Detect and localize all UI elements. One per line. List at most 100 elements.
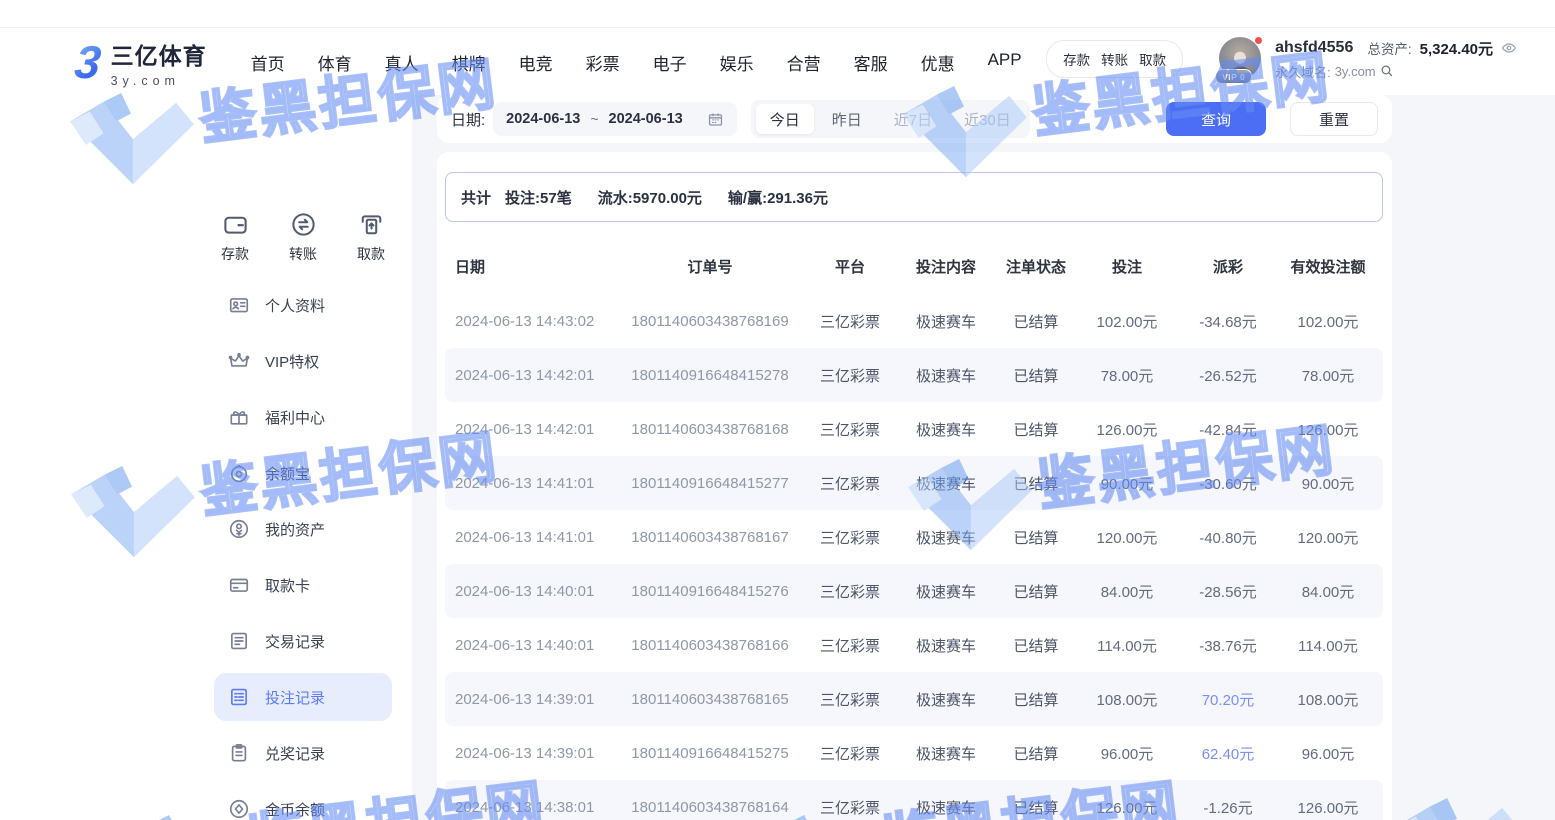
cell-status: 已结算 — [997, 473, 1075, 494]
nav-item-6[interactable]: 彩票 — [586, 50, 620, 75]
sidebar-item-3[interactable]: 福利中心 — [214, 393, 392, 441]
range-preset-4[interactable]: 近30日 — [950, 104, 1025, 134]
cell-date: 2024-06-13 14:40:01 — [445, 583, 615, 600]
cell-platform: 三亿彩票 — [805, 797, 895, 818]
sidebar-item-8[interactable]: 投注记录 — [214, 673, 392, 721]
column-header-3: 平台 — [805, 256, 895, 277]
table-row: 2024-06-13 14:38:011801140603438768164三亿… — [445, 780, 1383, 820]
cell-date: 2024-06-13 14:41:01 — [445, 529, 615, 546]
gift-icon — [228, 406, 250, 428]
date-separator: ~ — [590, 111, 598, 127]
cell-status: 已结算 — [997, 635, 1075, 656]
quick-action-withdraw[interactable]: 取款 — [337, 211, 405, 264]
cell-payout: -28.56元 — [1179, 581, 1277, 602]
sidebar-item-10[interactable]: 金币余额 — [214, 785, 392, 820]
cell-platform: 三亿彩票 — [805, 419, 895, 440]
vip-crown-icon — [228, 350, 250, 372]
nav-item-2[interactable]: 体育 — [318, 50, 352, 75]
sidebar: 存款转账取款 个人资料 VIP特权福利中心余额宝我的资产取款卡交易记录投注记录兑奖… — [0, 95, 412, 820]
nav-item-7[interactable]: 电子 — [653, 50, 687, 75]
transactions-icon — [228, 630, 250, 652]
nav-item-9[interactable]: 合营 — [787, 50, 821, 75]
assets-value: 5,324.40元 — [1420, 38, 1493, 59]
sidebar-item-label: 交易记录 — [265, 631, 325, 652]
cell-date: 2024-06-13 14:38:01 — [445, 799, 615, 816]
sidebar-item-1[interactable]: 个人资料 — [214, 281, 392, 329]
transfer-icon — [290, 211, 317, 238]
nav-item-3[interactable]: 真人 — [385, 50, 419, 75]
nav-item-1[interactable]: 首页 — [251, 50, 285, 75]
quick-action-deposit-wallet[interactable]: 存款 — [201, 211, 269, 264]
sidebar-item-label: VIP特权 — [265, 351, 319, 372]
nav-item-11[interactable]: 优惠 — [921, 50, 955, 75]
cell-status: 已结算 — [997, 581, 1075, 602]
quick-action-label: 存款 — [221, 244, 249, 264]
brand-name: 三亿体育 — [111, 37, 207, 71]
bet-records-card: 共计 投注:57笔 流水:5970.00元 输/赢:291.36元 日期订单号平… — [437, 152, 1392, 820]
avatar[interactable]: VIP 0 — [1219, 37, 1263, 81]
cell-order: 1801140603438768168 — [615, 421, 805, 438]
column-header-8: 有效投注额 — [1277, 256, 1379, 277]
header-quick-link-1[interactable]: 存款 — [1063, 49, 1090, 69]
cell-platform: 三亿彩票 — [805, 581, 895, 602]
sidebar-item-6[interactable]: 取款卡 — [214, 561, 392, 609]
cell-bet: 120.00元 — [1075, 527, 1179, 548]
eye-icon[interactable] — [1501, 40, 1517, 56]
nav-item-10[interactable]: 客服 — [854, 50, 888, 75]
column-header-7: 派彩 — [1179, 256, 1277, 277]
query-button[interactable]: 查询 — [1166, 102, 1266, 136]
sidebar-item-2[interactable]: VIP特权 — [214, 337, 392, 385]
cell-platform: 三亿彩票 — [805, 689, 895, 710]
notification-dot-icon — [1254, 36, 1263, 45]
header-quick-link-2[interactable]: 转账 — [1101, 49, 1128, 69]
cell-valid: 96.00元 — [1277, 743, 1379, 764]
page: 3 三亿体育 3y.com 首页体育真人棋牌电竞彩票电子娱乐合营客服优惠APP … — [0, 0, 1555, 820]
brand-logo[interactable]: 3 三亿体育 3y.com — [75, 37, 207, 88]
sidebar-item-9[interactable]: 兑奖记录 — [214, 729, 392, 777]
cell-status: 已结算 — [997, 527, 1075, 548]
cell-valid: 90.00元 — [1277, 473, 1379, 494]
date-range-input[interactable]: 2024-06-13 ~ 2024-06-13 — [493, 102, 737, 136]
table-row: 2024-06-13 14:41:011801140603438768167三亿… — [445, 510, 1383, 564]
range-preset-1[interactable]: 今日 — [756, 104, 814, 134]
sidebar-item-label: 我的资产 — [265, 519, 325, 540]
header-quick-link-3[interactable]: 取款 — [1139, 49, 1166, 69]
nav-item-12[interactable]: APP — [988, 50, 1022, 75]
cell-date: 2024-06-13 14:43:02 — [445, 313, 615, 330]
cell-valid: 126.00元 — [1277, 797, 1379, 818]
nav-item-5[interactable]: 电竞 — [519, 50, 553, 75]
nav-item-8[interactable]: 娱乐 — [720, 50, 754, 75]
assets-icon — [228, 518, 250, 540]
date-start: 2024-06-13 — [506, 111, 580, 127]
cell-date: 2024-06-13 14:41:01 — [445, 475, 615, 492]
cell-order: 1801140916648415276 — [615, 583, 805, 600]
range-preset-2[interactable]: 昨日 — [818, 104, 876, 134]
cell-bet: 108.00元 — [1075, 689, 1179, 710]
sidebar-item-label: 个人资料 — [265, 295, 325, 316]
sidebar-item-7[interactable]: 交易记录 — [214, 617, 392, 665]
cell-payout: -42.84元 — [1179, 419, 1277, 440]
cell-status: 已结算 — [997, 743, 1075, 764]
cell-valid: 84.00元 — [1277, 581, 1379, 602]
cell-bet: 102.00元 — [1075, 311, 1179, 332]
cell-bet: 114.00元 — [1075, 635, 1179, 656]
column-header-5: 注单状态 — [997, 256, 1075, 277]
reset-button[interactable]: 重置 — [1290, 102, 1378, 136]
cell-date: 2024-06-13 14:40:01 — [445, 637, 615, 654]
sidebar-item-4[interactable]: 余额宝 — [214, 449, 392, 497]
quick-action-transfer[interactable]: 转账 — [269, 211, 337, 264]
nav-item-4[interactable]: 棋牌 — [452, 50, 486, 75]
cell-valid: 78.00元 — [1277, 365, 1379, 386]
sidebar-item-5[interactable]: 我的资产 — [214, 505, 392, 553]
table-row: 2024-06-13 14:39:011801140916648415275三亿… — [445, 726, 1383, 780]
domain-value: 3y.com — [1335, 64, 1376, 79]
redeem-icon — [228, 742, 250, 764]
cell-content: 极速赛车 — [895, 365, 997, 386]
filter-panel: 日期: 2024-06-13 ~ 2024-06-13 今日昨日近7日近30日 … — [437, 95, 1392, 143]
quick-action-label: 取款 — [357, 244, 385, 264]
search-icon[interactable] — [1380, 64, 1394, 78]
cell-date: 2024-06-13 14:42:01 — [445, 367, 615, 384]
cell-platform: 三亿彩票 — [805, 743, 895, 764]
sidebar-item-label: 金币余额 — [265, 799, 325, 820]
range-preset-3[interactable]: 近7日 — [880, 104, 946, 134]
